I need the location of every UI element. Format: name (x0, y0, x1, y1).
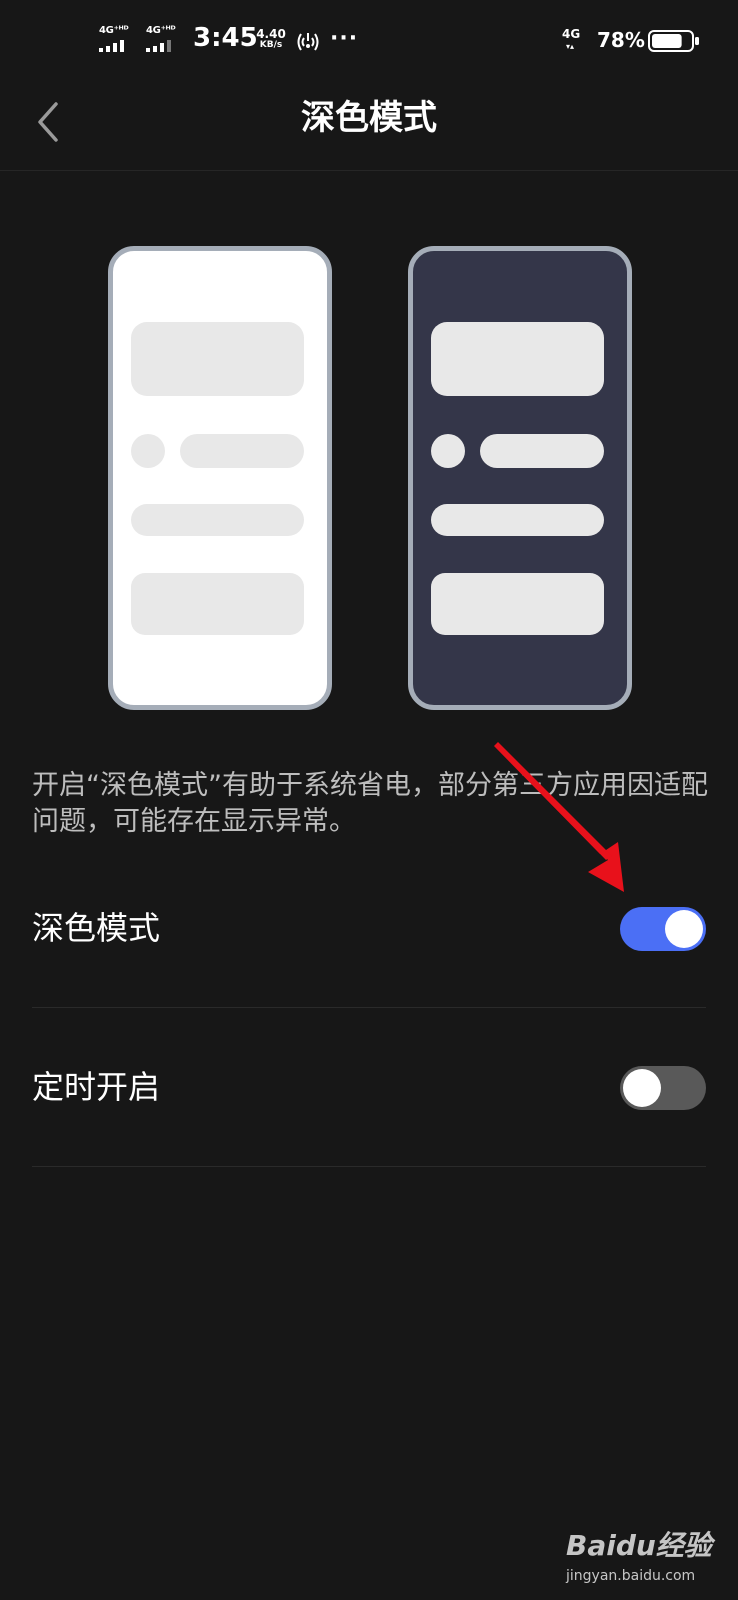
light-mode-preview[interactable] (108, 246, 332, 710)
preview-placeholder-line (480, 434, 604, 468)
more-notifications-indicator: ··· (330, 26, 359, 51)
baidu-jingyan-watermark: Baidu经验 jingyan.baidu.com (560, 1520, 730, 1592)
dark-mode-description: 开启“深色模式”有助于系统省电，部分第三方应用因适配问题，可能存在显示异常。 (32, 770, 708, 837)
setting-row-dark-mode[interactable]: 深色模式 (32, 849, 706, 1008)
preview-placeholder-avatar (431, 434, 465, 468)
signal-icon (146, 40, 171, 52)
hotspot-icon (297, 33, 319, 51)
preview-placeholder-avatar (131, 434, 165, 468)
sim1-network-label: 4G⁺ᴴᴰ (99, 25, 129, 36)
sim2-signal: 4G⁺ᴴᴰ (146, 26, 188, 54)
status-time: 3:45 (193, 23, 258, 53)
setting-label: 定时开启 (32, 1068, 161, 1106)
page-title: 深色模式 (301, 98, 437, 138)
chevron-left-icon[interactable] (30, 96, 70, 152)
watermark-url: jingyan.baidu.com (566, 1568, 696, 1584)
cellular-type-label: 4G (562, 27, 581, 41)
sim1-signal: 4G⁺ᴴᴰ (99, 26, 141, 54)
preview-placeholder-block (431, 573, 604, 635)
preview-placeholder-block (131, 322, 304, 396)
net-speed-value: 4.40 (256, 27, 286, 41)
toggle-knob (665, 910, 703, 948)
data-activity-icon: ▾▴ (566, 42, 575, 51)
preview-placeholder-line (431, 504, 604, 536)
preview-placeholder-block (431, 322, 604, 396)
sim2-network-label: 4G⁺ᴴᴰ (146, 25, 176, 36)
preview-placeholder-block (131, 573, 304, 635)
signal-icon (99, 40, 124, 52)
setting-row-scheduled-on[interactable]: 定时开启 (32, 1008, 706, 1167)
battery-percent: 78% (597, 28, 645, 52)
cellular-data-indicator: 4G ▾▴ (562, 28, 592, 56)
net-speed-unit: KB/s (259, 40, 283, 50)
preview-placeholder-line (131, 504, 304, 536)
preview-placeholder-line (180, 434, 304, 468)
net-speed: 4.40 KB/s (255, 28, 287, 51)
status-bar: 4G⁺ᴴᴰ 4G⁺ᴴᴰ 3:45 4.40 KB/s ··· 4G ▾▴ 78% (0, 0, 738, 80)
dark-mode-preview[interactable] (408, 246, 632, 710)
back-button[interactable] (30, 96, 70, 152)
header: 深色模式 (0, 80, 738, 171)
battery-icon (648, 30, 699, 52)
scheduled-on-toggle[interactable] (620, 1066, 706, 1110)
watermark-logo: Baidu经验 (566, 1529, 712, 1562)
setting-label: 深色模式 (32, 909, 161, 947)
toggle-knob (623, 1069, 661, 1107)
dark-mode-toggle[interactable] (620, 907, 706, 951)
